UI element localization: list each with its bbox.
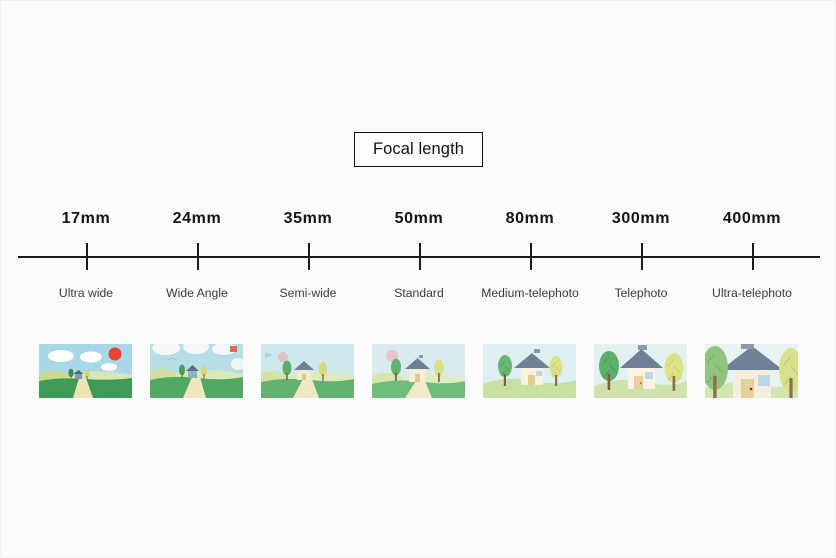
axis-tick-80mm bbox=[530, 243, 532, 270]
focal-length-title-box: Focal length bbox=[354, 132, 483, 167]
axis-tick-400mm bbox=[752, 243, 754, 270]
infographic-canvas: Focal length 17mm Ultra wide 24mm Wide A… bbox=[0, 0, 836, 557]
scale-column-300mm: 300mm Telephoto bbox=[566, 1, 716, 558]
scale-column-24mm: 24mm Wide Angle bbox=[122, 1, 272, 558]
category-label-ultra-telephoto: Ultra-telephoto bbox=[712, 286, 792, 300]
axis-tick-24mm bbox=[197, 243, 199, 270]
scale-column-35mm: 35mm Semi-wide bbox=[233, 1, 383, 558]
axis-tick-35mm bbox=[308, 243, 310, 270]
scale-column-400mm: 400mm Ultra-telephoto bbox=[677, 1, 827, 558]
thumbnail-semi-wide[interactable] bbox=[261, 344, 354, 398]
thumbnail-telephoto[interactable] bbox=[594, 344, 687, 398]
axis-tick-50mm bbox=[419, 243, 421, 270]
thumbnail-ultra-telephoto[interactable] bbox=[705, 344, 798, 398]
focal-length-label-400mm: 400mm bbox=[722, 210, 782, 227]
scale-column-50mm: 50mm Standard bbox=[344, 1, 494, 558]
axis-tick-17mm bbox=[86, 243, 88, 270]
page-title: Focal length bbox=[372, 140, 465, 158]
thumbnail-standard[interactable] bbox=[372, 344, 465, 398]
thumbnail-ultra-wide[interactable] bbox=[39, 344, 132, 398]
thumbnail-medium-telephoto[interactable] bbox=[483, 344, 576, 398]
scale-column-17mm: 17mm Ultra wide bbox=[11, 1, 161, 558]
scale-column-80mm: 80mm Medium-telephoto bbox=[455, 1, 605, 558]
axis-tick-300mm bbox=[641, 243, 643, 270]
thumbnail-wide-angle[interactable] bbox=[150, 344, 243, 398]
